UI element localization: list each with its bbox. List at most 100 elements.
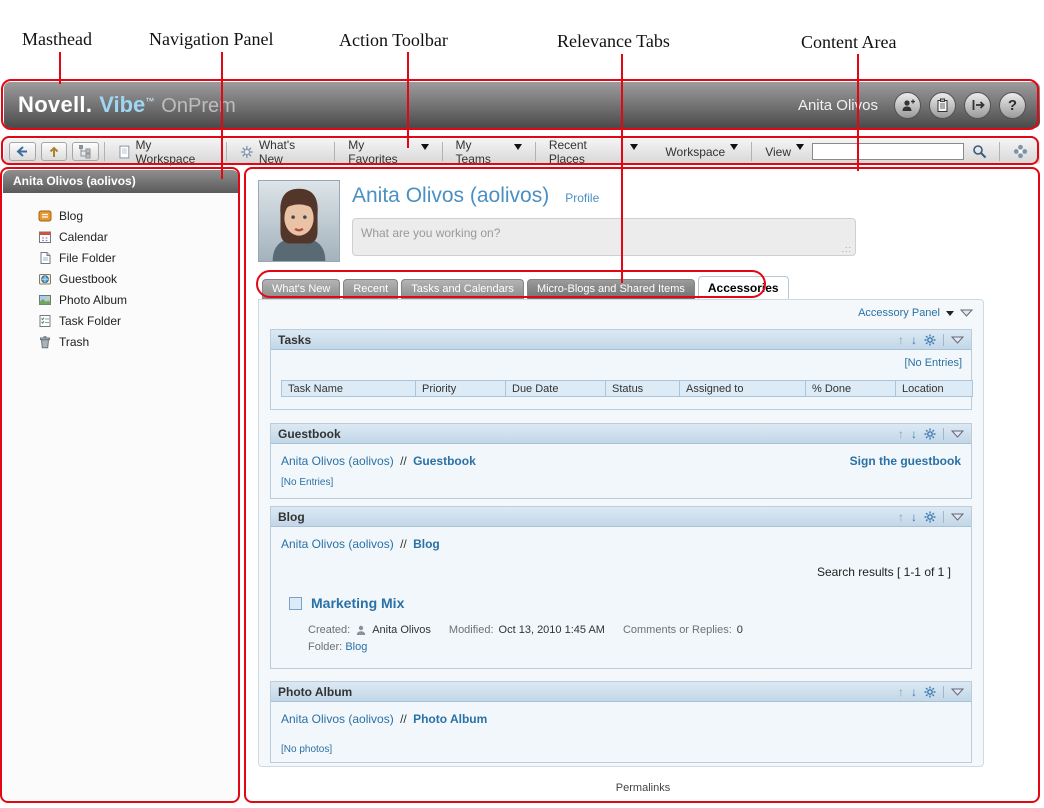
logo-vibe: Vibe bbox=[99, 92, 145, 118]
move-up-icon[interactable]: ↑ bbox=[898, 334, 904, 346]
move-down-icon[interactable]: ↓ bbox=[911, 334, 917, 346]
crumb-separator: // bbox=[397, 712, 410, 726]
toolbar-recent-places[interactable]: Recent Places bbox=[541, 139, 646, 164]
crumb-workspace-link[interactable]: Anita Olivos (aolivos) bbox=[281, 454, 394, 468]
dropdown-caret-icon bbox=[630, 144, 638, 150]
logo-onprem: OnPrem bbox=[161, 95, 235, 118]
guestbook-accessory-header: Guestbook ↑ ↓ bbox=[271, 424, 971, 444]
status-input[interactable]: What are you working on? .:: bbox=[352, 218, 856, 256]
tasks-no-entries-link[interactable]: [No Entries] bbox=[905, 357, 962, 369]
tasks-header-icons: ↑ ↓ bbox=[898, 334, 964, 346]
sidebar-workspace-header[interactable]: Anita Olivos (aolivos) bbox=[3, 170, 239, 193]
tab-tasks-and-calendars[interactable]: Tasks and Calendars bbox=[401, 279, 524, 299]
annotation-content-label: Content Area bbox=[801, 32, 896, 53]
logo-trademark: ™ bbox=[145, 96, 154, 106]
add-user-button[interactable] bbox=[894, 92, 921, 119]
tab-accessories[interactable]: Accessories bbox=[698, 276, 789, 299]
annotation-masthead-label: Masthead bbox=[22, 29, 92, 50]
crumb-guestbook-link[interactable]: Guestbook bbox=[413, 454, 476, 468]
sidebar-item-task-folder[interactable]: Task Folder bbox=[38, 310, 239, 331]
crumb-workspace-link[interactable]: Anita Olivos (aolivos) bbox=[281, 712, 394, 726]
collapse-chevron-icon[interactable] bbox=[951, 336, 964, 344]
settings-gear-icon[interactable] bbox=[924, 428, 936, 440]
crumb-photo-album-link[interactable]: Photo Album bbox=[413, 712, 487, 726]
move-down-icon[interactable]: ↓ bbox=[911, 511, 917, 523]
workspace-tree-button[interactable] bbox=[72, 142, 99, 161]
annotation-line-masthead bbox=[59, 52, 61, 84]
clover-icon bbox=[1013, 144, 1028, 159]
sidebar-item-file-folder[interactable]: File Folder bbox=[38, 247, 239, 268]
sign-guestbook-link[interactable]: Sign the guestbook bbox=[850, 454, 961, 468]
photo-album-accessory-header: Photo Album ↑ ↓ bbox=[271, 682, 971, 702]
clipboard-button[interactable] bbox=[929, 92, 956, 119]
toolbar-my-workspace-label: My Workspace bbox=[135, 138, 213, 166]
sidebar-item-photo-album[interactable]: Photo Album bbox=[38, 289, 239, 310]
calendar-icon bbox=[38, 230, 52, 244]
crumb-blog-link[interactable]: Blog bbox=[413, 537, 440, 551]
tab-recent[interactable]: Recent bbox=[343, 279, 398, 299]
content-area: Anita Olivos (aolivos) Profile What are … bbox=[247, 170, 1039, 801]
tab-micro-blogs[interactable]: Micro-Blogs and Shared Items bbox=[527, 279, 695, 299]
logout-button[interactable] bbox=[964, 92, 991, 119]
column-assigned-to: Assigned to bbox=[679, 380, 805, 397]
move-up-icon[interactable]: ↑ bbox=[898, 511, 904, 523]
crumb-workspace-link[interactable]: Anita Olivos (aolivos) bbox=[281, 537, 394, 551]
blog-entry-title-link[interactable]: Marketing Mix bbox=[311, 595, 404, 611]
entry-author: Anita Olivos bbox=[372, 624, 431, 636]
masthead-user-name: Anita Olivos bbox=[798, 97, 878, 114]
photo-album-breadcrumb: Anita Olivos (aolivos) // Photo Album bbox=[281, 712, 487, 726]
created-label: Created: bbox=[308, 624, 350, 636]
tasks-body: [No Entries] Task Name Priority Due Date… bbox=[271, 350, 971, 409]
collapse-chevron-icon[interactable] bbox=[951, 513, 964, 521]
blog-accessory-header: Blog ↑ ↓ bbox=[271, 507, 971, 527]
toolbar-whats-new[interactable]: What's New bbox=[232, 139, 329, 164]
collapse-chevron-icon[interactable] bbox=[951, 688, 964, 696]
annotation-toolbar-label: Action Toolbar bbox=[339, 30, 448, 51]
toolbar-separator bbox=[751, 142, 752, 161]
clipboard-icon bbox=[935, 98, 950, 113]
toolbar-workspace-menu[interactable]: Workspace bbox=[657, 139, 746, 164]
task-folder-icon bbox=[38, 314, 52, 328]
toolbar-my-workspace[interactable]: My Workspace bbox=[110, 139, 221, 164]
sidebar-item-label: Task Folder bbox=[59, 314, 121, 328]
move-up-icon[interactable]: ↑ bbox=[898, 428, 904, 440]
tasks-title: Tasks bbox=[278, 333, 311, 347]
move-up-icon[interactable]: ↑ bbox=[898, 686, 904, 698]
search-input[interactable] bbox=[812, 143, 964, 160]
help-button[interactable]: ? bbox=[999, 92, 1026, 119]
sidebar-item-label: File Folder bbox=[59, 251, 116, 265]
guestbook-no-entries-link[interactable]: [No Entries] bbox=[281, 477, 333, 488]
move-down-icon[interactable]: ↓ bbox=[911, 428, 917, 440]
toolbar-view-menu[interactable]: View bbox=[757, 139, 812, 164]
search-button[interactable] bbox=[969, 142, 989, 162]
guestbook-header-icons: ↑ ↓ bbox=[898, 428, 964, 440]
modified-label: Modified: bbox=[449, 624, 494, 636]
sidebar-item-trash[interactable]: Trash bbox=[38, 331, 239, 352]
tab-whats-new[interactable]: What's New bbox=[262, 279, 340, 299]
sidebar-item-calendar[interactable]: Calendar bbox=[38, 226, 239, 247]
permalinks-link[interactable]: Permalinks bbox=[247, 782, 1039, 794]
sidebar-item-guestbook[interactable]: Guestbook bbox=[38, 268, 239, 289]
toolbar-separator bbox=[334, 142, 335, 161]
collapse-chevron-icon[interactable] bbox=[951, 430, 964, 438]
settings-gear-icon[interactable] bbox=[924, 334, 936, 346]
chevron-down-icon bbox=[960, 309, 973, 317]
accessory-panel-menu[interactable]: Accessory Panel bbox=[858, 307, 973, 319]
toolbar-my-favorites[interactable]: My Favorites bbox=[340, 139, 436, 164]
guestbook-accessory: Guestbook ↑ ↓ bbox=[270, 423, 972, 499]
profile-link[interactable]: Profile bbox=[565, 191, 599, 205]
accessories-panel: Accessory Panel Tasks ↑ ↓ bbox=[258, 299, 984, 767]
no-photos-link[interactable]: [No photos] bbox=[281, 744, 332, 755]
up-level-button[interactable] bbox=[41, 142, 68, 161]
advanced-search-button[interactable] bbox=[1010, 142, 1030, 162]
back-button[interactable] bbox=[9, 142, 36, 161]
move-down-icon[interactable]: ↓ bbox=[911, 686, 917, 698]
profile-avatar[interactable] bbox=[258, 180, 340, 262]
mini-avatar-icon bbox=[355, 624, 367, 636]
settings-gear-icon[interactable] bbox=[924, 686, 936, 698]
settings-gear-icon[interactable] bbox=[924, 511, 936, 523]
folder-blog-link[interactable]: Blog bbox=[345, 641, 367, 653]
toolbar-my-teams[interactable]: My Teams bbox=[448, 139, 530, 164]
folder-label: Folder: bbox=[308, 641, 342, 653]
sidebar-item-blog[interactable]: Blog bbox=[38, 205, 239, 226]
